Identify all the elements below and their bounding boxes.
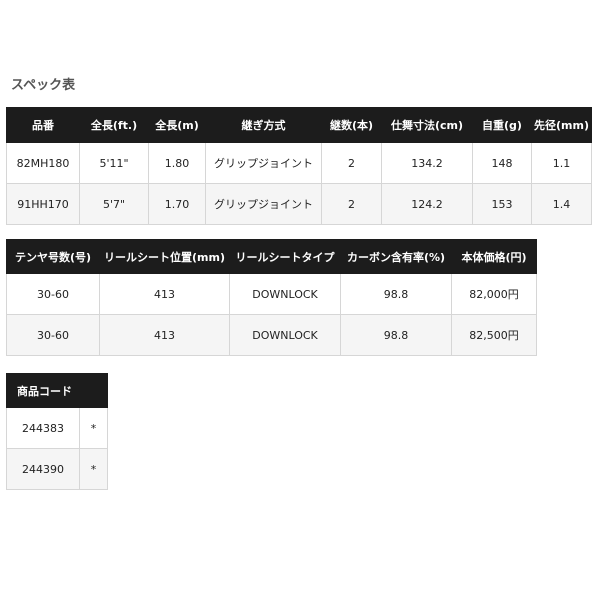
cell-tenya-size: 30-60 [6,314,100,356]
col-header-reel-seat-position: リールシート位置(mm) [99,239,230,274]
col-header-reel-seat-type: リールシートタイプ [229,239,341,274]
cell-carbon-content: 98.8 [340,314,452,356]
cell-joint-type: グリップジョイント [205,183,322,225]
cell-tip-diameter: 1.1 [531,142,592,184]
cell-length-ft: 5'7" [79,183,149,225]
col-header-closed-length: 仕舞寸法(cm) [381,107,473,143]
cell-model: 91HH170 [6,183,80,225]
cell-carbon-content: 98.8 [340,273,452,315]
table-row: 82MH180 5'11" 1.80 グリップジョイント 2 134.2 148… [6,142,592,184]
table-header-row: 商品コード [6,373,108,408]
spec-table-main: 品番 全長(ft.) 全長(m) 継ぎ方式 継数(本) 仕舞寸法(cm) 自重(… [6,107,592,225]
cell-weight: 153 [472,183,532,225]
cell-length-m: 1.80 [148,142,206,184]
col-header-product-code: 商品コード [6,373,108,408]
col-header-carbon-content: カーボン含有率(%) [340,239,452,274]
table-row: 244383 * [6,407,108,449]
spec-table-title: スペック表 [11,78,76,93]
spec-table-details: テンヤ号数(号) リールシート位置(mm) リールシートタイプ カーボン含有率(… [6,239,537,356]
cell-reel-seat-position: 413 [99,273,230,315]
table-header-row: テンヤ号数(号) リールシート位置(mm) リールシートタイプ カーボン含有率(… [6,239,537,274]
cell-closed-length: 134.2 [381,142,473,184]
col-header-joint-type: 継ぎ方式 [205,107,322,143]
cell-reel-seat-type: DOWNLOCK [229,273,341,315]
cell-tenya-size: 30-60 [6,273,100,315]
col-header-tip-diameter: 先径(mm) [531,107,592,143]
cell-pieces: 2 [321,142,382,184]
col-header-pieces: 継数(本) [321,107,382,143]
cell-mark: * [79,448,108,490]
cell-price: 82,000円 [451,273,537,315]
cell-pieces: 2 [321,183,382,225]
cell-mark: * [79,407,108,449]
cell-model: 82MH180 [6,142,80,184]
table-row: 91HH170 5'7" 1.70 グリップジョイント 2 124.2 153 … [6,183,592,225]
col-header-model: 品番 [6,107,80,143]
cell-joint-type: グリップジョイント [205,142,322,184]
table-row: 30-60 413 DOWNLOCK 98.8 82,000円 [6,273,537,315]
col-header-length-ft: 全長(ft.) [79,107,149,143]
col-header-weight: 自重(g) [472,107,532,143]
product-code-table: 商品コード 244383 * 244390 * [6,373,108,490]
cell-product-code: 244383 [6,407,80,449]
col-header-tenya-size: テンヤ号数(号) [6,239,100,274]
cell-length-ft: 5'11" [79,142,149,184]
table-row: 30-60 413 DOWNLOCK 98.8 82,500円 [6,314,537,356]
cell-reel-seat-type: DOWNLOCK [229,314,341,356]
cell-product-code: 244390 [6,448,80,490]
table-header-row: 品番 全長(ft.) 全長(m) 継ぎ方式 継数(本) 仕舞寸法(cm) 自重(… [6,107,592,143]
cell-length-m: 1.70 [148,183,206,225]
cell-reel-seat-position: 413 [99,314,230,356]
col-header-length-m: 全長(m) [148,107,206,143]
table-row: 244390 * [6,448,108,490]
cell-price: 82,500円 [451,314,537,356]
col-header-price: 本体価格(円) [451,239,537,274]
cell-closed-length: 124.2 [381,183,473,225]
cell-weight: 148 [472,142,532,184]
cell-tip-diameter: 1.4 [531,183,592,225]
